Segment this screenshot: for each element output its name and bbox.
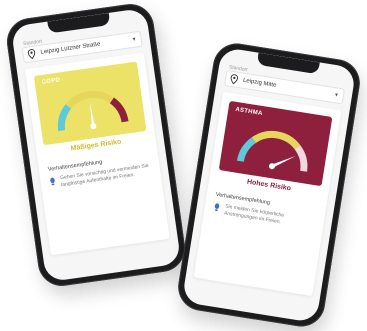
risk-card: ASTHMA Hohes Risiko Verhaltensempfehlung… xyxy=(193,91,342,297)
phone-notch xyxy=(47,12,111,34)
location-value: Leipzig Mitte xyxy=(242,77,277,89)
recommendation-text: Sie meiden Sie körperliche Anstrengungen… xyxy=(223,203,285,226)
phone-screen: Standort Leipzig Mitte ▼ ASTHMA Hohes Ri xyxy=(181,46,357,324)
location-value: Leipzig Lutzner Straße xyxy=(40,41,101,56)
risk-gauge xyxy=(236,131,308,172)
risk-gauge xyxy=(57,90,129,132)
shoe-print-icon xyxy=(50,177,55,186)
gauge-needle xyxy=(271,155,296,168)
gauge-hub xyxy=(90,123,97,130)
phone-copd: Standort Leipzig Lutzner Straße ▼ COPD M xyxy=(3,1,189,289)
risk-card: COPD Mäßiges Risiko Verhaltensempfehlung… xyxy=(24,52,170,256)
chevron-down-icon[interactable]: ▼ xyxy=(131,36,137,43)
gauge-needle xyxy=(90,102,95,127)
recommendation-item: Sie meiden Sie körperliche Anstrengungen… xyxy=(213,202,316,232)
location-pin-icon xyxy=(27,49,36,60)
shoe-print-icon xyxy=(214,203,220,212)
risk-gauge-panel: COPD xyxy=(33,61,147,146)
location-pin-icon xyxy=(230,74,239,85)
risk-gauge-panel: ASTHMA xyxy=(218,100,333,187)
phone-asthma: Standort Leipzig Mitte ▼ ASTHMA Hohes Ri xyxy=(174,40,364,330)
phone-notch xyxy=(256,52,320,75)
chevron-down-icon[interactable]: ▼ xyxy=(333,92,339,99)
phone-screen: Standort Leipzig Lutzner Straße ▼ COPD M xyxy=(10,7,182,283)
